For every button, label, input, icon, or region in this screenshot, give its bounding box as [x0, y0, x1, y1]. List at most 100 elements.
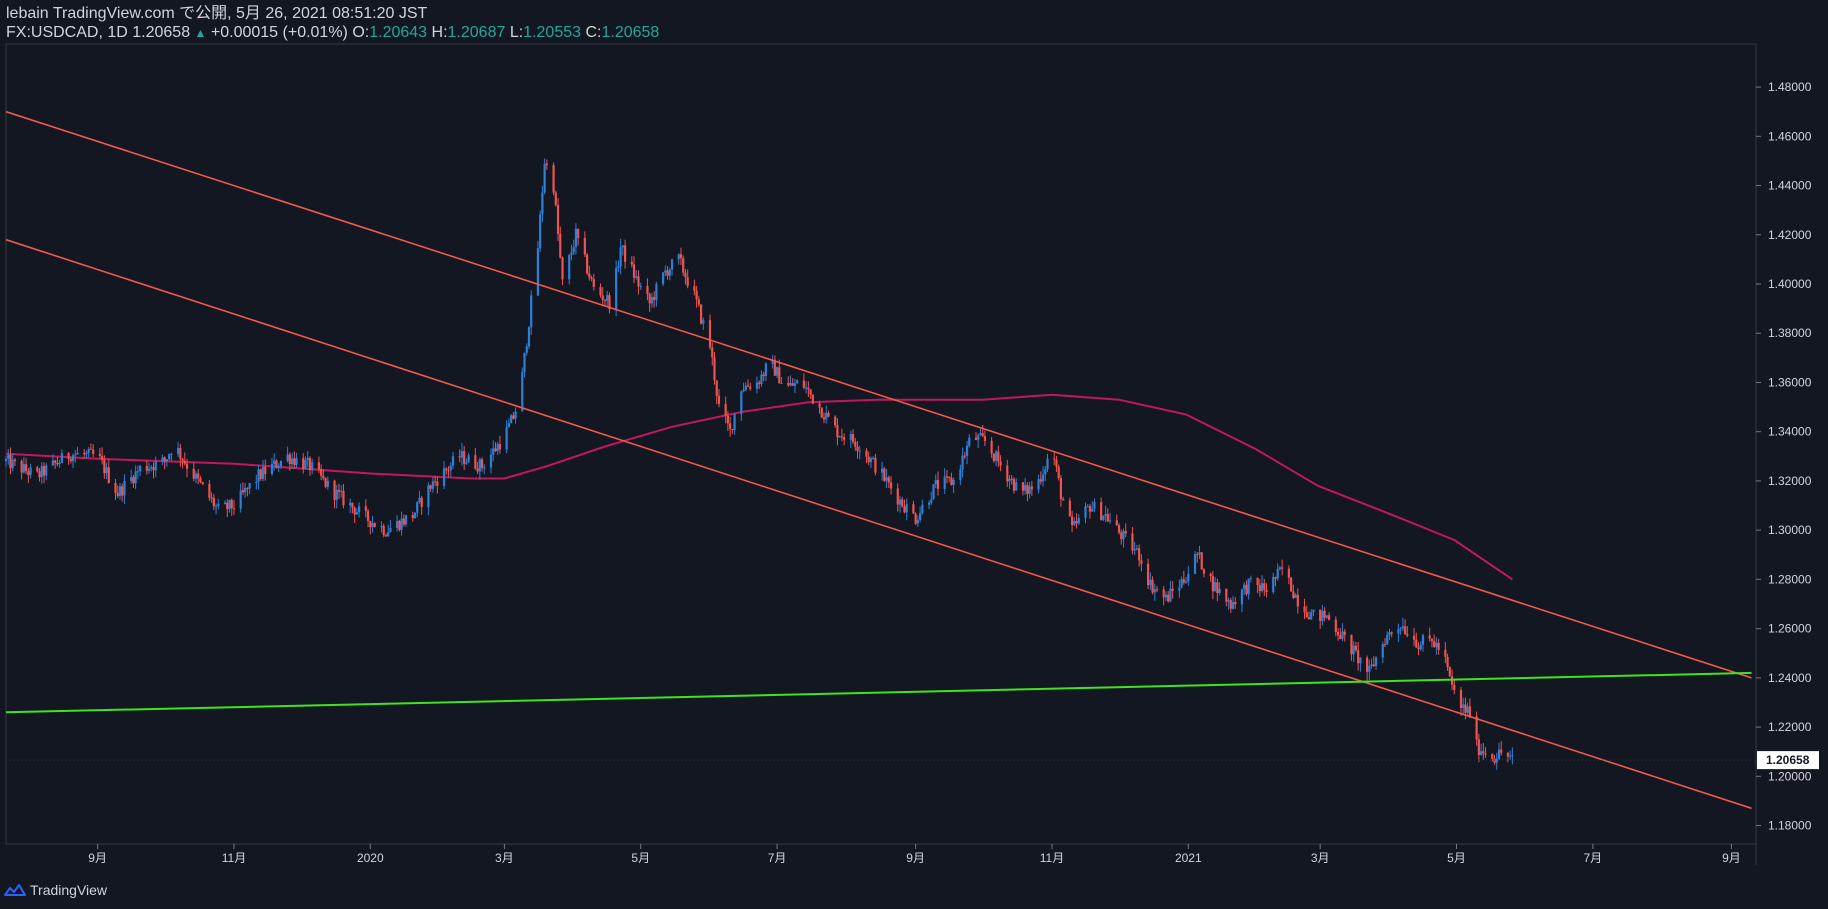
candle-body — [1511, 755, 1514, 757]
candle-body — [827, 412, 830, 417]
candle-body — [1323, 610, 1326, 618]
candle-body — [1070, 516, 1074, 526]
candle-body — [1075, 520, 1078, 524]
candle-body — [431, 481, 434, 489]
candle-body — [1497, 749, 1501, 759]
candle-body — [896, 488, 899, 505]
candle-body — [165, 459, 169, 462]
candle-body — [561, 257, 564, 280]
candle-body — [302, 458, 305, 469]
candle-body — [38, 471, 41, 478]
candle-body — [463, 451, 466, 464]
candle-body — [1108, 520, 1112, 522]
candle-body — [927, 502, 931, 505]
candle-body — [168, 454, 171, 460]
trendline-channel-lower[interactable] — [5, 238, 1752, 810]
time-axis[interactable]: 9月 11月 2020 3月 5月 7月 9月 11月 2021 3月 5月 7月 9月 — [88, 844, 1741, 865]
trendline-channel-upper[interactable] — [5, 110, 1752, 679]
candle-body — [601, 295, 604, 300]
candle-body — [836, 425, 839, 438]
candle-body — [1214, 582, 1217, 592]
candle-body — [1053, 458, 1056, 460]
candle-body — [371, 523, 374, 528]
candle-body — [154, 460, 157, 471]
candle-body — [742, 389, 745, 392]
candle-body — [1433, 641, 1436, 648]
candle-body — [445, 468, 448, 471]
candle-body — [1397, 628, 1400, 634]
candle-body — [1102, 515, 1105, 520]
candle-body — [1258, 585, 1261, 592]
candle-body — [825, 412, 828, 420]
candle-body — [1428, 635, 1431, 639]
candle-body — [214, 505, 218, 507]
candle-body — [201, 481, 204, 484]
candle-body — [246, 487, 249, 489]
candle-body — [1341, 631, 1344, 639]
candle-body — [384, 535, 388, 537]
candle-body — [1388, 632, 1391, 635]
price-axis[interactable]: 1.18000 1.20000 1.22000 1.24000 1.26000 1.280… — [1756, 80, 1812, 833]
candle-body — [999, 461, 1002, 466]
candle-body — [22, 464, 25, 473]
candle-body — [1401, 626, 1404, 629]
candle-body — [1383, 644, 1387, 646]
time-tick-label: 7月 — [1584, 851, 1603, 865]
candle-body — [1477, 739, 1480, 756]
candle-body — [1464, 704, 1467, 713]
candle-body — [961, 455, 964, 470]
candle-body — [1115, 520, 1118, 526]
candle-body — [1495, 758, 1498, 763]
trendline-support[interactable] — [5, 671, 1752, 714]
candle-body — [1310, 612, 1313, 620]
candle-body — [194, 473, 198, 479]
tradingview-logo-icon — [4, 884, 26, 896]
candle-body — [1100, 502, 1103, 520]
candle-body — [1484, 753, 1487, 755]
candle-body — [615, 268, 618, 310]
candle-body — [498, 444, 502, 450]
candle-body — [699, 304, 703, 324]
candle-body — [161, 457, 164, 461]
candle-body — [326, 480, 329, 487]
candle-body — [1350, 634, 1353, 655]
candle-body — [1039, 479, 1042, 482]
candle-body — [1106, 514, 1109, 522]
candle-body — [496, 444, 499, 452]
candle-body — [51, 460, 55, 466]
candle-body — [447, 470, 450, 472]
candle-body — [840, 436, 843, 438]
trendlines-layer[interactable] — [5, 110, 1752, 810]
candle-body — [465, 462, 468, 464]
candle-body — [1202, 569, 1206, 574]
candle-body — [1153, 589, 1156, 593]
candle-body — [210, 497, 213, 499]
candle-body — [1475, 716, 1478, 740]
candle-body — [185, 463, 189, 469]
candle-body — [950, 477, 953, 485]
candle-body — [1307, 616, 1311, 620]
candle-body — [1430, 638, 1434, 642]
brand-label: TradingView — [30, 882, 108, 898]
candle-body — [1336, 632, 1340, 636]
footer-brand[interactable]: TradingView — [4, 879, 107, 901]
candle-body — [1296, 594, 1299, 607]
candle-body — [270, 463, 274, 475]
candle-body — [1218, 588, 1221, 594]
candle-body — [903, 506, 906, 513]
price-tick-label: 1.34000 — [1768, 425, 1812, 439]
price-chart[interactable]: 1.18000 1.20000 1.22000 1.24000 1.26000 1.280… — [0, 0, 1828, 909]
candle-body — [789, 383, 792, 386]
candle-body — [773, 359, 776, 376]
candle-body — [1073, 520, 1076, 526]
candle-body — [512, 415, 515, 419]
candle-body — [273, 460, 276, 464]
candle-body — [570, 252, 573, 256]
candle-body — [420, 497, 423, 508]
candle-body — [592, 279, 595, 288]
candle-body — [1046, 458, 1049, 470]
candle-body — [590, 277, 593, 280]
candle-body — [650, 297, 654, 304]
candle-body — [635, 276, 638, 278]
candle-body — [353, 507, 356, 515]
